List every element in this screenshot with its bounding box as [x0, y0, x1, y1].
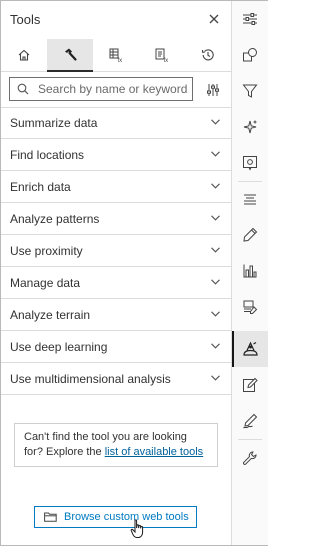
toolbar-configure-button[interactable]: [232, 289, 268, 325]
chevron-down-icon: [211, 215, 220, 221]
chevron-down-icon: [211, 247, 220, 253]
edit-icon: [243, 377, 258, 392]
chevron-down-icon: [211, 375, 220, 381]
layers-edit-icon: [243, 300, 258, 314]
filter-settings-button[interactable]: [203, 80, 223, 100]
search-icon: [17, 83, 29, 95]
tab-table-functions[interactable]: fx: [93, 39, 139, 71]
action-bar: [231, 1, 268, 545]
home-icon: [18, 49, 30, 61]
hand-cursor-icon: [130, 519, 144, 538]
toolbar-styles-button[interactable]: [232, 37, 268, 73]
sparkle-icon: [243, 120, 257, 134]
panel-header: Tools: [1, 1, 231, 39]
toolbar-sketch-button[interactable]: [232, 403, 268, 439]
category-label: Use deep learning: [10, 340, 108, 354]
svg-text:fx: fx: [118, 58, 123, 63]
svg-text:fx: fx: [164, 58, 169, 63]
toolbar-settings-button[interactable]: [232, 441, 268, 477]
category-label: Find locations: [10, 148, 85, 162]
tool-help-tip: Can't find the tool you are looking for?…: [14, 423, 218, 467]
shapes-icon: [243, 48, 257, 62]
category-use-proximity[interactable]: Use proximity: [1, 235, 231, 267]
toolbar-filter-button[interactable]: [232, 73, 268, 109]
chevron-down-icon: [211, 183, 220, 189]
search-row: [1, 71, 231, 108]
category-summarize-data[interactable]: Summarize data: [1, 107, 231, 139]
category-enrich-data[interactable]: Enrich data: [1, 171, 231, 203]
category-find-locations[interactable]: Find locations: [1, 139, 231, 171]
sketch-icon: [243, 413, 258, 429]
toolbar-edit-button[interactable]: [232, 367, 268, 403]
category-label: Enrich data: [10, 180, 71, 194]
tab-home[interactable]: [1, 39, 47, 71]
category-label: Summarize data: [10, 116, 98, 130]
labels-icon: [244, 194, 256, 205]
available-tools-link[interactable]: list of available tools: [105, 446, 203, 458]
analysis-icon: [242, 341, 258, 356]
toolbar-popups-button[interactable]: [232, 145, 268, 181]
toolbar-effects-button[interactable]: [232, 109, 268, 145]
history-icon: [201, 49, 214, 61]
category-use-deep-learning[interactable]: Use deep learning: [1, 331, 231, 363]
wrench-icon: [242, 451, 257, 465]
tab-tools[interactable]: [47, 39, 93, 72]
search-box: [9, 77, 193, 101]
search-input[interactable]: [38, 80, 190, 98]
toolbar-analysis-button[interactable]: [232, 331, 268, 367]
hammer-icon: [65, 48, 77, 61]
sliders-horizontal-icon: [243, 13, 257, 25]
chevron-down-icon: [211, 311, 220, 317]
category-analyze-terrain[interactable]: Analyze terrain: [1, 299, 231, 331]
tool-tabs: fx fx: [1, 39, 231, 72]
folder-icon: [44, 512, 57, 522]
app-frame: Tools fx fx Search by name or keyword Su…: [0, 0, 268, 546]
chevron-down-icon: [211, 343, 220, 349]
panel-title: Tools: [10, 12, 41, 27]
category-analyze-patterns[interactable]: Analyze patterns: [1, 203, 231, 235]
table-fx-icon: fx: [109, 48, 123, 63]
category-label: Manage data: [10, 276, 81, 290]
doc-fx-icon: fx: [155, 48, 169, 63]
tool-category-list: Summarize data Find locations Enrich dat…: [1, 107, 231, 395]
toolbar-properties-button[interactable]: [232, 1, 268, 37]
browse-label: Browse custom web tools: [64, 511, 189, 523]
category-label: Analyze patterns: [10, 212, 100, 226]
toolbar-labels-button[interactable]: [232, 217, 268, 253]
toolbar-fields-button[interactable]: [232, 181, 268, 217]
toolbar-separator: [238, 439, 262, 440]
chevron-down-icon: [211, 119, 220, 125]
popup-icon: [243, 156, 257, 171]
chevron-down-icon: [211, 151, 220, 157]
tools-panel: Tools fx fx Search by name or keyword Su…: [1, 1, 231, 545]
tab-document-functions[interactable]: fx: [139, 39, 185, 71]
category-label: Analyze terrain: [10, 308, 91, 322]
category-manage-data[interactable]: Manage data: [1, 267, 231, 299]
sliders-icon: [207, 84, 219, 96]
chart-icon: [243, 264, 257, 278]
filter-icon: [242, 84, 258, 98]
category-label: Use multidimensional analysis: [10, 372, 171, 386]
close-icon: [209, 14, 219, 24]
browse-custom-web-tools-button[interactable]: Browse custom web tools: [34, 506, 197, 528]
toolbar-charts-button[interactable]: [232, 253, 268, 289]
chevron-down-icon: [211, 279, 220, 285]
category-label: Use proximity: [10, 244, 83, 258]
close-button[interactable]: [204, 9, 224, 29]
pencil-tag-icon: [243, 227, 258, 242]
tab-history[interactable]: [185, 39, 231, 71]
category-use-multidimensional-analysis[interactable]: Use multidimensional analysis: [1, 363, 231, 395]
